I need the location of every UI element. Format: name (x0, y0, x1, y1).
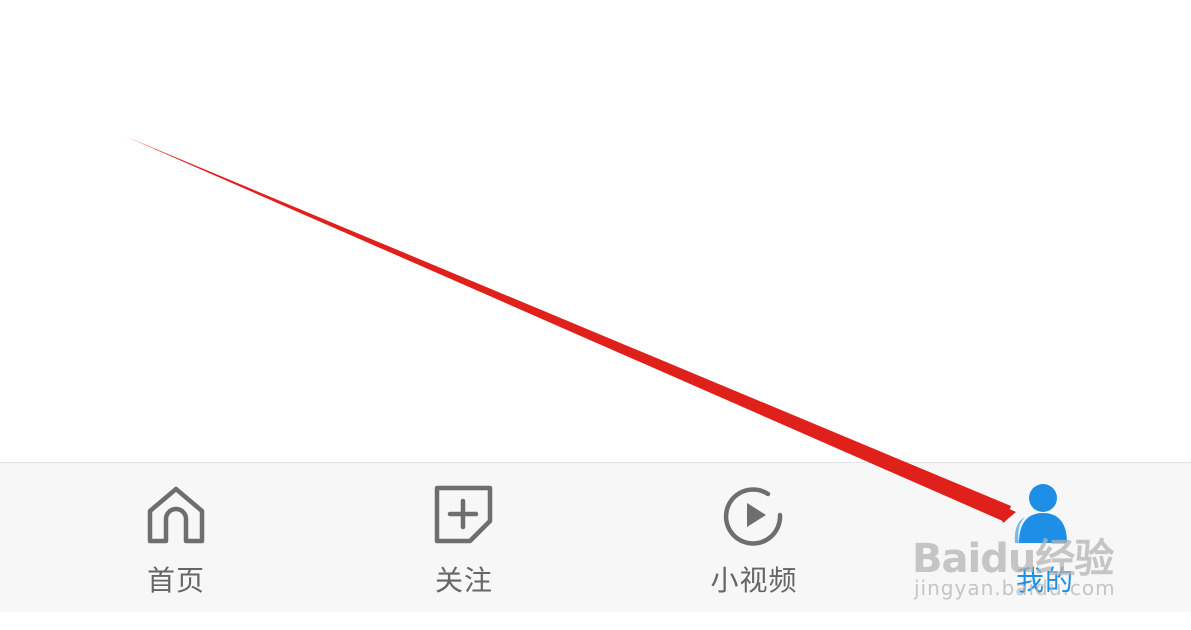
content-area (0, 0, 1191, 462)
follow-add-icon (434, 485, 493, 544)
tab-short-video[interactable]: 小视频 (654, 463, 854, 612)
tab-mine-label: 我的 (1015, 564, 1074, 597)
user-profile-icon (1014, 484, 1067, 543)
play-circle-icon (723, 487, 783, 546)
home-icon (147, 486, 205, 544)
tab-short-video-label: 小视频 (710, 564, 798, 597)
bottom-strip (0, 612, 1191, 630)
tab-follow[interactable]: 关注 (364, 463, 564, 612)
tab-follow-label: 关注 (434, 564, 493, 597)
tab-home-label: 首页 (146, 564, 205, 597)
tab-mine[interactable]: 我的 (945, 463, 1145, 612)
tab-home[interactable]: 首页 (76, 463, 276, 612)
bottom-tab-bar: 首页 关注 小视频 我的 (0, 462, 1191, 612)
